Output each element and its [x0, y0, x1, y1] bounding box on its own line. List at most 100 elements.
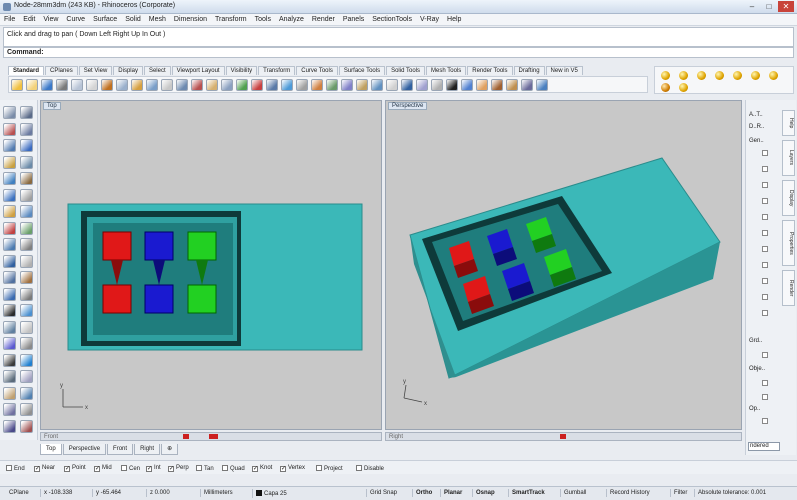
toolbar-tab-surface-tools[interactable]: Surface Tools — [338, 66, 386, 75]
palette-tool-icon[interactable] — [3, 172, 16, 185]
menu-item-v-ray[interactable]: V-Ray — [420, 16, 439, 23]
add-viewport-tab[interactable]: ⊕ — [161, 444, 179, 455]
viewport-tab-perspective[interactable]: Perspective — [62, 444, 107, 455]
viewport-tab-front[interactable]: Front — [107, 444, 134, 455]
palette-tool-icon[interactable] — [20, 155, 33, 169]
status-toggle-smarttrack[interactable]: SmartTrack — [508, 489, 548, 497]
status-toggle-planar[interactable]: Planar — [440, 489, 465, 497]
sphere-icon[interactable] — [733, 71, 742, 80]
tool-icon[interactable] — [56, 78, 68, 91]
menu-item-surface[interactable]: Surface — [93, 16, 117, 23]
palette-tool-icon[interactable] — [3, 370, 16, 383]
palette-tool-icon[interactable] — [3, 221, 16, 235]
sphere-icon[interactable] — [715, 71, 724, 80]
tool-icon[interactable] — [476, 78, 488, 91]
palette-tool-icon[interactable] — [3, 122, 16, 136]
palette-tool-icon[interactable] — [20, 122, 33, 136]
tool-icon[interactable] — [146, 78, 158, 91]
osnap-int[interactable]: ✓ Int — [146, 465, 161, 472]
palette-tool-icon[interactable] — [3, 188, 16, 202]
menu-item-analyze[interactable]: Analyze — [279, 16, 304, 23]
sphere-icon[interactable] — [679, 83, 688, 92]
tool-icon[interactable] — [401, 78, 413, 91]
sphere-icon[interactable] — [679, 71, 688, 80]
panel-checkbox[interactable] — [762, 278, 768, 284]
tool-icon[interactable] — [251, 78, 263, 91]
tool-icon[interactable] — [281, 78, 293, 91]
tool-icon[interactable] — [11, 78, 23, 91]
panel-tab-properties[interactable]: Properties — [782, 220, 795, 266]
osnap-point[interactable]: ✓ Point — [64, 465, 86, 472]
tool-icon[interactable] — [371, 78, 383, 91]
palette-tool-icon[interactable] — [20, 304, 33, 317]
menu-item-curve[interactable]: Curve — [66, 16, 85, 23]
panel-checkbox[interactable] — [762, 198, 768, 204]
tool-icon[interactable] — [86, 78, 98, 91]
menu-item-tools[interactable]: Tools — [255, 16, 271, 23]
viewport-tab-top[interactable]: Top — [40, 444, 62, 455]
osnap-end[interactable]: End — [6, 465, 25, 472]
sphere-icon[interactable] — [661, 83, 670, 92]
panel-checkbox[interactable] — [762, 214, 768, 220]
front-scrollbar[interactable]: Front — [40, 432, 382, 441]
checkbox-icon[interactable] — [316, 465, 322, 471]
palette-tool-icon[interactable] — [20, 386, 33, 400]
tool-icon[interactable] — [71, 78, 83, 91]
tool-icon[interactable] — [491, 78, 503, 91]
tool-icon[interactable] — [116, 78, 128, 91]
viewport-tab-right[interactable]: Right — [134, 444, 161, 455]
panel-checkbox[interactable] — [762, 230, 768, 236]
minimize-button[interactable]: – — [744, 1, 760, 12]
palette-tool-icon[interactable] — [20, 320, 33, 334]
osnap-disable[interactable]: Disable — [356, 465, 384, 472]
close-button[interactable]: ✕ — [778, 1, 794, 12]
menu-item-mesh[interactable]: Mesh — [149, 16, 166, 23]
tool-icon[interactable] — [416, 78, 428, 91]
toolbar-tab-curve-tools[interactable]: Curve Tools — [296, 66, 338, 75]
palette-tool-icon[interactable] — [3, 304, 16, 317]
osnap-project[interactable]: Project — [316, 465, 343, 472]
palette-tool-icon[interactable] — [3, 155, 16, 169]
palette-tool-icon[interactable] — [3, 287, 16, 301]
tool-icon[interactable] — [101, 78, 113, 91]
tool-icon[interactable] — [431, 78, 443, 91]
status-toggle-gumball[interactable]: Gumball — [560, 489, 589, 497]
panel-checkbox[interactable] — [762, 310, 768, 316]
palette-tool-icon[interactable] — [20, 106, 33, 119]
menu-item-transform[interactable]: Transform — [215, 16, 247, 23]
panel-checkbox[interactable] — [762, 380, 768, 386]
checkbox-icon[interactable]: ✓ — [34, 466, 40, 472]
toolbar-tab-solid-tools[interactable]: Solid Tools — [386, 66, 426, 75]
panel-checkbox[interactable] — [762, 182, 768, 188]
tool-icon[interactable] — [236, 78, 248, 91]
palette-tool-icon[interactable] — [3, 403, 16, 416]
palette-tool-icon[interactable] — [20, 139, 33, 152]
palette-tool-icon[interactable] — [20, 287, 33, 301]
palette-tool-icon[interactable] — [20, 205, 33, 218]
osnap-quad[interactable]: Quad — [222, 465, 245, 472]
menu-item-edit[interactable]: Edit — [23, 16, 35, 23]
palette-tool-icon[interactable] — [20, 172, 33, 185]
tool-icon[interactable] — [131, 78, 143, 91]
palette-tool-icon[interactable] — [20, 353, 33, 367]
checkbox-icon[interactable] — [6, 465, 12, 471]
palette-tool-icon[interactable] — [3, 254, 16, 268]
palette-tool-icon[interactable] — [20, 271, 33, 284]
osnap-knot[interactable]: ✓ Knot — [252, 465, 272, 472]
palette-tool-icon[interactable] — [20, 337, 33, 350]
tool-icon[interactable] — [521, 78, 533, 91]
panel-checkbox[interactable] — [762, 418, 768, 424]
tool-icon[interactable] — [536, 78, 548, 91]
menu-item-solid[interactable]: Solid — [125, 16, 141, 23]
toolbar-tab-display[interactable]: Display — [113, 66, 143, 75]
panel-tab-help[interactable]: Help — [782, 110, 795, 136]
osnap-tan[interactable]: Tan — [196, 465, 214, 472]
palette-tool-icon[interactable] — [3, 353, 16, 367]
checkbox-icon[interactable] — [222, 465, 228, 471]
tool-icon[interactable] — [206, 78, 218, 91]
status-toggle-osnap[interactable]: Osnap — [472, 489, 498, 497]
toolbar-tab-render-tools[interactable]: Render Tools — [467, 66, 513, 75]
status-toggle-grid-snap[interactable]: Grid Snap — [366, 489, 400, 497]
sphere-icon[interactable] — [697, 71, 706, 80]
palette-tool-icon[interactable] — [3, 271, 16, 284]
